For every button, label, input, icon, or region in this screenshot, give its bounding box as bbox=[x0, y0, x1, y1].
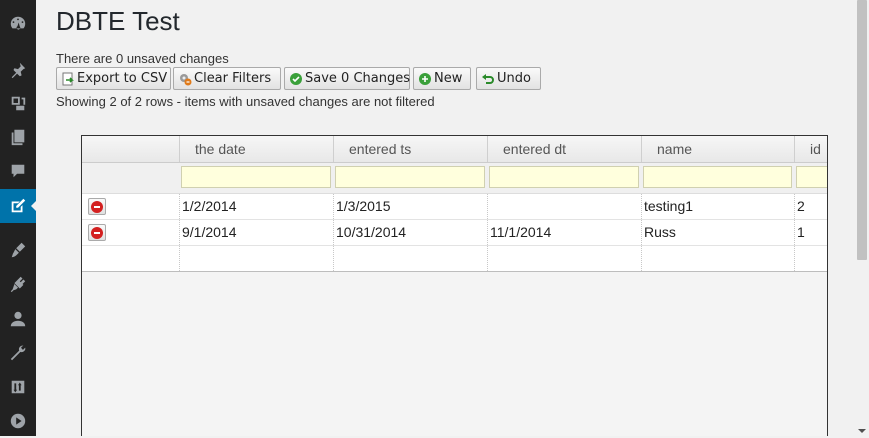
row-actions-cell bbox=[82, 220, 179, 245]
delete-row-button[interactable] bbox=[88, 224, 106, 241]
showing-rows-message: Showing 2 of 2 rows - items with unsaved… bbox=[56, 94, 435, 109]
cell-name[interactable]: testing1 bbox=[641, 194, 794, 219]
grid-body: 1/2/2014 1/3/2015 testing1 2 9/1/2014 10… bbox=[82, 194, 827, 272]
scrollbar-thumb[interactable] bbox=[857, 0, 867, 260]
clear-filters-label: Clear Filters bbox=[194, 71, 272, 86]
unsaved-changes-message: There are 0 unsaved changes bbox=[56, 51, 229, 66]
data-grid: the date entered ts entered dt name id 1… bbox=[81, 135, 828, 436]
header-entered-ts[interactable]: entered ts bbox=[333, 136, 487, 162]
undo-icon bbox=[481, 72, 495, 86]
header-entered-dt[interactable]: entered dt bbox=[487, 136, 641, 162]
empty-cell bbox=[641, 246, 794, 271]
filter-entered-ts-input[interactable] bbox=[335, 166, 485, 188]
media-icon[interactable] bbox=[0, 86, 36, 120]
tools-icon[interactable] bbox=[0, 336, 36, 370]
page-scrollbar[interactable] bbox=[855, 0, 869, 436]
delete-row-button[interactable] bbox=[88, 198, 106, 215]
delete-icon bbox=[91, 226, 103, 239]
filter-id-input[interactable] bbox=[796, 166, 827, 188]
clear-filters-icon bbox=[178, 72, 192, 86]
users-icon[interactable] bbox=[0, 302, 36, 336]
empty-cell bbox=[794, 246, 827, 271]
add-icon bbox=[418, 72, 432, 86]
delete-icon bbox=[91, 200, 103, 213]
new-row-placeholder[interactable] bbox=[82, 246, 827, 272]
export-csv-button[interactable]: Export to CSV bbox=[56, 67, 171, 90]
table-row: 9/1/2014 10/31/2014 11/1/2014 Russ 1 bbox=[82, 220, 827, 246]
save-check-icon bbox=[289, 72, 303, 86]
save-changes-label: Save 0 Changes bbox=[305, 71, 410, 86]
comments-icon[interactable] bbox=[0, 154, 36, 188]
filter-the-date-input[interactable] bbox=[181, 166, 331, 188]
undo-button[interactable]: Undo bbox=[476, 67, 541, 90]
row-actions-cell bbox=[82, 194, 179, 219]
cell-entered-ts[interactable]: 10/31/2014 bbox=[333, 220, 487, 245]
empty-cell bbox=[333, 246, 487, 271]
cell-the-date[interactable]: 9/1/2014 bbox=[179, 220, 333, 245]
pages-icon[interactable] bbox=[0, 120, 36, 154]
page-title: DBTE Test bbox=[56, 6, 180, 36]
cell-entered-ts[interactable]: 1/3/2015 bbox=[333, 194, 487, 219]
new-label: New bbox=[434, 71, 463, 86]
settings-icon[interactable] bbox=[0, 370, 36, 404]
cell-id[interactable]: 2 bbox=[794, 194, 827, 219]
filter-name-input[interactable] bbox=[643, 166, 792, 188]
plugins-icon[interactable] bbox=[0, 267, 36, 301]
empty-cell bbox=[487, 246, 641, 271]
appearance-icon[interactable] bbox=[0, 233, 36, 267]
header-actions bbox=[82, 136, 179, 162]
save-changes-button[interactable]: Save 0 Changes bbox=[284, 67, 410, 90]
table-row: 1/2/2014 1/3/2015 testing1 2 bbox=[82, 194, 827, 220]
empty-cell bbox=[82, 246, 179, 271]
header-the-date[interactable]: the date bbox=[179, 136, 333, 162]
header-id[interactable]: id bbox=[794, 136, 827, 162]
filter-row bbox=[82, 163, 827, 194]
cell-the-date[interactable]: 1/2/2014 bbox=[179, 194, 333, 219]
clear-filters-button[interactable]: Clear Filters bbox=[173, 67, 281, 90]
dashboard-icon[interactable] bbox=[0, 6, 36, 40]
admin-sidebar bbox=[0, 0, 36, 436]
new-button[interactable]: New bbox=[413, 67, 471, 90]
cell-id[interactable]: 1 bbox=[794, 220, 827, 245]
cell-entered-dt[interactable] bbox=[487, 194, 641, 219]
export-csv-label: Export to CSV bbox=[77, 71, 168, 86]
grid-header: the date entered ts entered dt name id bbox=[82, 136, 827, 163]
pin-icon[interactable] bbox=[0, 53, 36, 87]
filter-entered-dt-input[interactable] bbox=[489, 166, 639, 188]
scroll-down-arrow-icon[interactable] bbox=[858, 429, 866, 433]
export-icon bbox=[61, 72, 75, 86]
cell-name[interactable]: Russ bbox=[641, 220, 794, 245]
header-name[interactable]: name bbox=[641, 136, 794, 162]
edit-icon[interactable] bbox=[0, 189, 36, 223]
play-icon[interactable] bbox=[0, 404, 36, 438]
empty-cell bbox=[179, 246, 333, 271]
cell-entered-dt[interactable]: 11/1/2014 bbox=[487, 220, 641, 245]
undo-label: Undo bbox=[497, 71, 531, 86]
